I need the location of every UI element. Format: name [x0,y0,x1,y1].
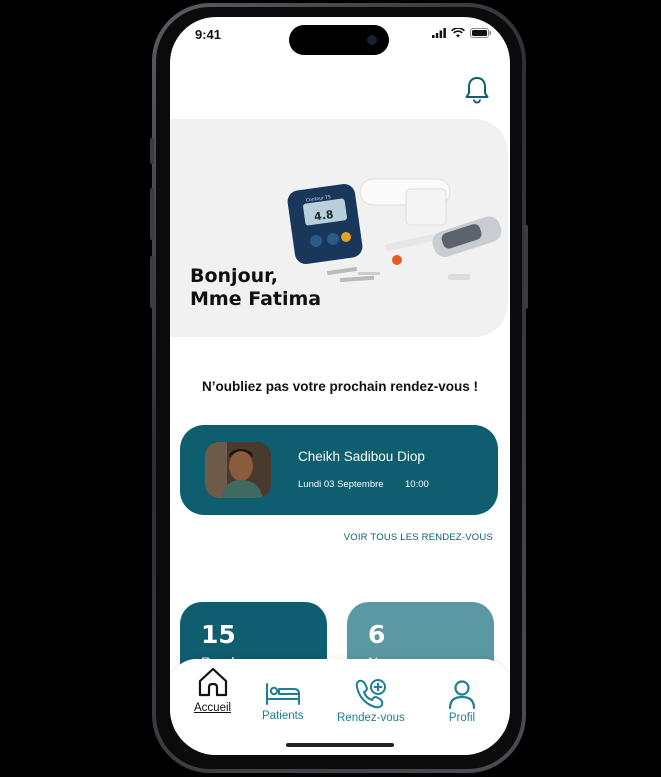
appointment-reminder: N’oubliez pas votre prochain rendez-vous… [201,379,479,394]
bed-icon [265,683,300,705]
stat-value: 6 [368,620,386,649]
stat-value: 15 [201,620,236,649]
nav-label: Profil [448,712,476,724]
camera-icon [367,35,377,45]
user-icon [448,680,476,709]
nav-item-profil[interactable]: Profil [447,679,477,724]
phone-side-button [524,225,528,309]
patient-name: Mme Fatima [190,288,322,310]
home-icon [198,667,227,697]
phone-side-button [150,188,154,240]
status-icons [432,28,492,38]
phone-side-button [150,138,154,164]
appointment-time: 10:00 [405,479,429,490]
meter-reading: 4.8 [313,208,334,224]
appointment-date: Lundi 03 Septembre [298,479,384,490]
greeting-text: Bonjour, [190,265,278,287]
nav-item-accueil[interactable]: Accueil [194,665,231,714]
bottom-navigation: Accueil Patients Rendez-vous Profil [170,659,510,755]
battery-icon [470,28,492,38]
see-all-appointments-link[interactable]: VOIR TOUS LES RENDEZ-VOUS [344,532,493,543]
nav-label: Patients [262,710,304,722]
nav-item-patients[interactable]: Patients [262,679,304,722]
nav-label: Accueil [194,702,232,714]
phone-side-button [150,256,154,308]
app-screen: 9:41 4.8 Contour TS Bonjour, Mme Fatima … [170,17,510,755]
next-appointment-card[interactable]: Cheikh Sadibou Diop Lundi 03 Septembre 1… [180,425,498,515]
phone-plus-icon [355,679,386,709]
hero-banner: 4.8 Contour TS Bonjour, Mme Fatima [170,119,508,337]
doctor-avatar [205,442,271,498]
dynamic-island [289,25,389,55]
nav-label: Rendez-vous [337,712,405,724]
doctor-photo [205,442,271,498]
greeting-title: Bonjour, Mme Fatima [190,265,321,311]
status-time: 9:41 [195,27,222,42]
notification-bell-icon[interactable] [464,76,490,104]
nav-item-rendez-vous[interactable]: Rendez-vous [337,677,405,724]
doctor-name: Cheikh Sadibou Diop [298,449,425,464]
wifi-icon [451,28,465,38]
home-indicator[interactable] [286,743,394,747]
signal-icon [432,28,446,38]
